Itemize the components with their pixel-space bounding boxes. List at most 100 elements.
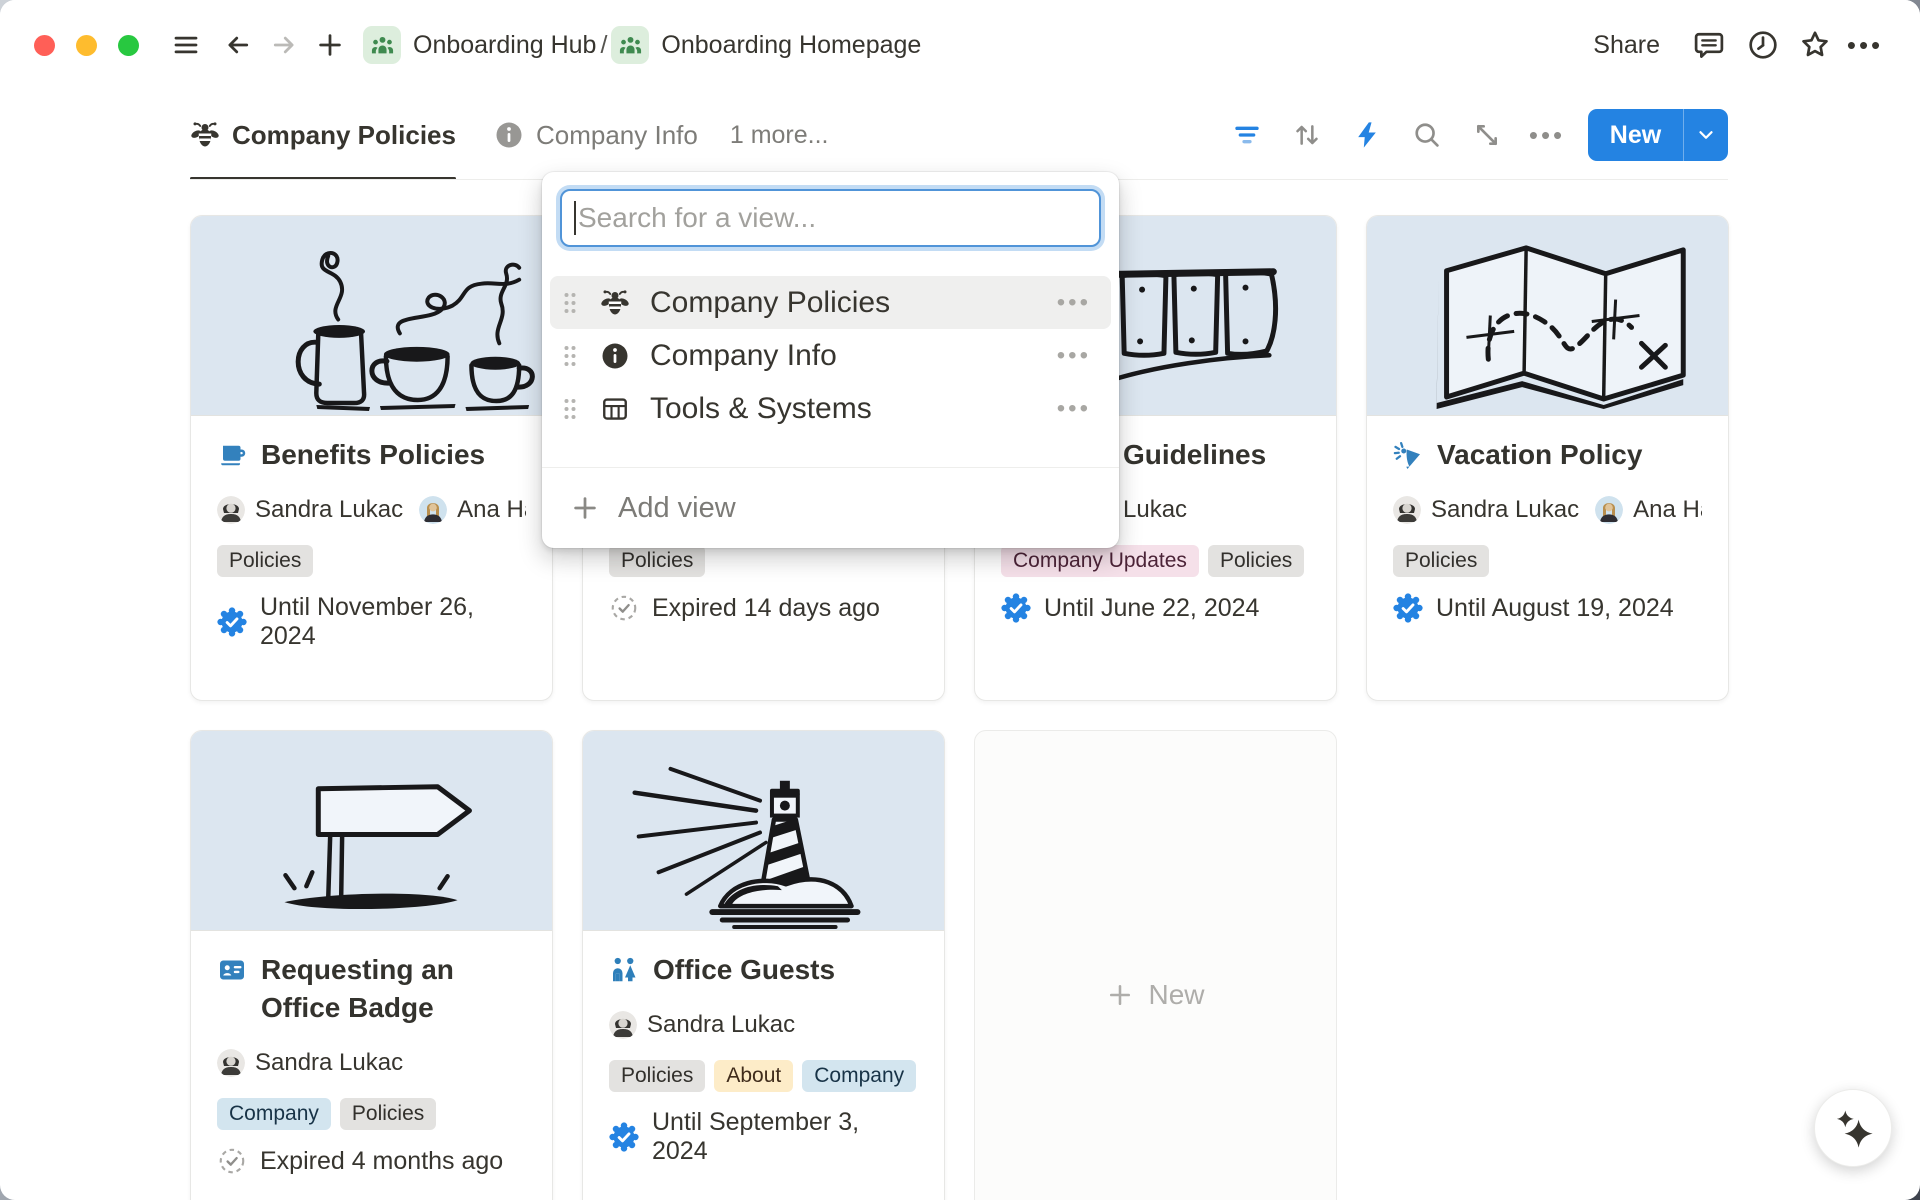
tag: Policies	[1208, 545, 1304, 577]
tag: About	[714, 1060, 793, 1092]
view-switcher-menu: Company Policies ••• Company Info ••• To…	[542, 172, 1119, 548]
lighthouse-doodle-cover	[583, 731, 944, 931]
onboarding-hub-icon	[363, 26, 401, 64]
view-options-icon[interactable]: •••	[1528, 116, 1566, 154]
sidebar-menu-icon[interactable]	[167, 26, 205, 64]
minimize-window-button[interactable]	[76, 35, 97, 56]
new-button[interactable]: New	[1588, 109, 1728, 161]
tags-row: Policies	[1393, 545, 1702, 577]
tab-company-info[interactable]: Company Info	[494, 90, 698, 180]
people-row: Sandra Lukac Ana Ha	[217, 492, 526, 528]
view-item-tools-systems[interactable]: Tools & Systems •••	[550, 382, 1111, 435]
back-icon[interactable]	[219, 26, 257, 64]
breadcrumb-page[interactable]: Onboarding Homepage	[661, 31, 921, 60]
filter-icon[interactable]	[1228, 116, 1266, 154]
card-office-badge[interactable]: Requesting an Office Badge Sandra Lukac …	[190, 730, 553, 1200]
status-row: Until August 19, 2024	[1393, 593, 1702, 623]
verified-badge-icon	[1001, 593, 1031, 623]
sparkles-icon	[1832, 1107, 1874, 1149]
plus-icon	[570, 493, 600, 523]
view-item-options-icon[interactable]: •••	[1057, 342, 1091, 370]
more-options-icon[interactable]: •••	[1846, 26, 1884, 64]
forward-icon[interactable]	[265, 26, 303, 64]
view-item-options-icon[interactable]: •••	[1057, 289, 1091, 317]
mugs-doodle-cover	[191, 216, 552, 416]
zoom-window-button[interactable]	[118, 35, 139, 56]
view-item-company-info[interactable]: Company Info •••	[550, 329, 1111, 382]
card-title: Benefits Policies	[261, 436, 485, 474]
status-row: Expired 4 months ago	[217, 1146, 526, 1176]
card-title: Office Guests	[653, 951, 835, 989]
more-views-link[interactable]: 1 more...	[730, 121, 829, 150]
sun-beam-icon	[1393, 440, 1423, 470]
avatar-sandra-lukac	[217, 1049, 245, 1077]
view-list: Company Policies ••• Company Info ••• To…	[550, 276, 1111, 435]
card-title: Guidelines	[1123, 436, 1266, 474]
people-icon	[609, 955, 639, 985]
drag-handle-icon[interactable]	[562, 394, 578, 424]
id-badge-icon	[217, 955, 247, 985]
tags-row: Company Updates Policies	[1001, 545, 1310, 577]
app-window: Onboarding Hub / Onboarding Homepage Sha…	[0, 0, 1920, 1200]
tags-row: Policies	[609, 545, 918, 577]
view-item-company-policies[interactable]: Company Policies •••	[550, 276, 1111, 329]
tag: Policies	[340, 1098, 436, 1130]
add-view-button[interactable]: Add view	[542, 468, 1119, 548]
breadcrumb-hub[interactable]: Onboarding Hub	[413, 31, 596, 60]
verified-badge-icon	[217, 607, 247, 637]
updates-clock-icon[interactable]	[1744, 26, 1782, 64]
drag-handle-icon[interactable]	[562, 341, 578, 371]
new-card-button[interactable]: New	[974, 730, 1337, 1200]
favorite-star-icon[interactable]	[1796, 26, 1834, 64]
tags-row: Policies	[217, 545, 526, 577]
onboarding-homepage-icon	[611, 26, 649, 64]
tags-row: Company Policies	[217, 1098, 526, 1130]
card-vacation-policy[interactable]: Vacation Policy Sandra Lukac Ana Hau Pol…	[1366, 215, 1729, 701]
card-title: Requesting an Office Badge	[261, 951, 523, 1027]
search-icon[interactable]	[1408, 116, 1446, 154]
avatar-sandra-lukac	[1393, 496, 1421, 524]
signpost-doodle-cover	[191, 731, 552, 931]
info-icon	[600, 341, 630, 371]
card-title: Vacation Policy	[1437, 436, 1642, 474]
avatar-ana	[419, 496, 447, 524]
status-row: Until September 3, 2024	[609, 1108, 918, 1166]
tag: Policies	[609, 545, 705, 577]
tag: Policies	[217, 545, 313, 577]
card-benefits-policies[interactable]: Benefits Policies Sandra Lukac Ana Ha Po…	[190, 215, 553, 701]
new-page-icon[interactable]	[311, 26, 349, 64]
coffee-cup-icon	[217, 440, 247, 470]
tab-company-policies[interactable]: Company Policies	[190, 90, 456, 180]
expand-icon[interactable]	[1468, 116, 1506, 154]
automations-lightning-icon[interactable]	[1348, 116, 1386, 154]
map-doodle-cover	[1367, 216, 1728, 416]
new-dropdown-chevron-icon[interactable]	[1684, 124, 1728, 146]
status-row: Until June 22, 2024	[1001, 593, 1310, 623]
status-row: Expired 14 days ago	[609, 593, 918, 623]
verified-badge-icon	[1393, 593, 1423, 623]
sort-icon[interactable]	[1288, 116, 1326, 154]
comments-icon[interactable]	[1690, 26, 1728, 64]
avatar-ana	[1595, 496, 1623, 524]
expired-check-icon	[609, 593, 639, 623]
expired-check-icon	[217, 1146, 247, 1176]
bee-icon	[600, 288, 630, 318]
table-icon	[600, 394, 630, 424]
people-row: Sandra Lukac	[217, 1045, 526, 1081]
drag-handle-icon[interactable]	[562, 288, 578, 318]
tag: Policies	[1393, 545, 1489, 577]
view-item-options-icon[interactable]: •••	[1057, 395, 1091, 423]
avatar-sandra-lukac	[217, 496, 245, 524]
info-icon	[494, 120, 524, 150]
tag: Company Updates	[1001, 545, 1199, 577]
share-button[interactable]: Share	[1593, 31, 1660, 60]
traffic-lights	[34, 35, 139, 56]
bee-icon	[190, 120, 220, 150]
status-row: Until November 26, 2024	[217, 593, 526, 651]
view-search-input[interactable]	[560, 189, 1101, 247]
card-office-guests[interactable]: Office Guests Sandra Lukac Policies Abou…	[582, 730, 945, 1200]
ai-sparkles-button[interactable]	[1814, 1089, 1892, 1167]
verified-badge-icon	[609, 1122, 639, 1152]
close-window-button[interactable]	[34, 35, 55, 56]
view-toolbar: Company Policies Company Info 1 more... …	[0, 90, 1920, 180]
